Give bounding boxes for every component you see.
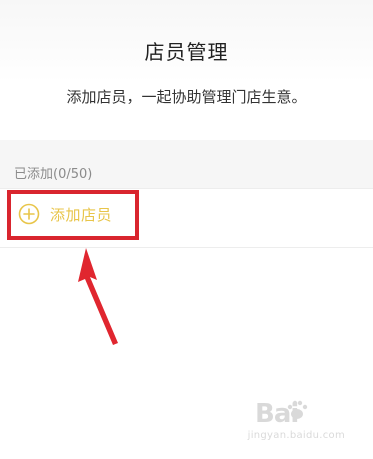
add-staff-label: 添加店员 (50, 206, 113, 224)
watermark-site: jingyan.baidu.com (247, 430, 345, 441)
baidu-watermark: Bai jingyan.baidu.com (248, 398, 345, 453)
page-subtitle: 添加店员，一起协助管理门店生意。 (66, 88, 307, 106)
added-count-label: 已添加(0/50) (14, 167, 93, 182)
page-title: 店员管理 (144, 40, 229, 64)
plus-circle-icon (18, 203, 40, 225)
add-staff-button[interactable]: 添加店员 (8, 190, 136, 240)
annotation-arrow-icon (78, 248, 118, 345)
paw-icon (287, 400, 308, 419)
page-header: 店员管理 添加店员，一起协助管理门店生意。 (0, 0, 373, 140)
